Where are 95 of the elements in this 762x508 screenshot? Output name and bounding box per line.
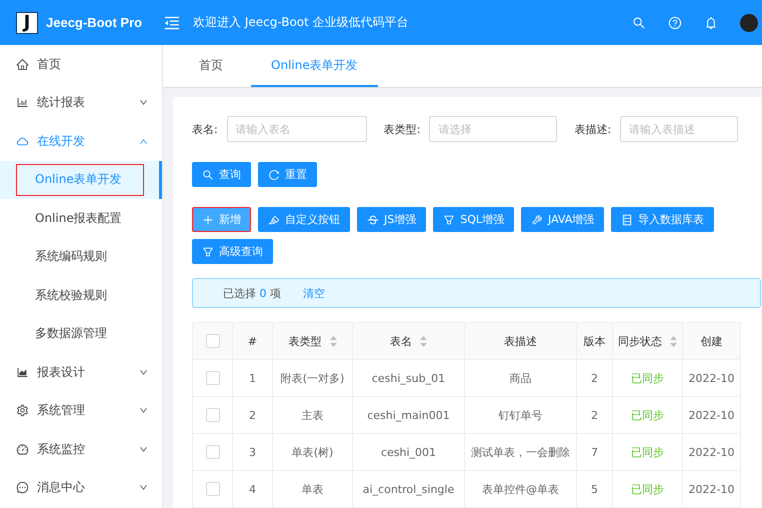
welcome-text: 欢迎进入 Jeecg-Boot 企业级低代码平台 bbox=[193, 14, 409, 31]
strikethrough-icon bbox=[367, 214, 379, 226]
column-header: 创建 bbox=[682, 322, 740, 360]
submenu-label: Online报表配置 bbox=[34, 210, 123, 227]
sync-status: 已同步 bbox=[612, 396, 682, 434]
column-header: # bbox=[232, 322, 272, 360]
checkbox[interactable] bbox=[206, 371, 220, 385]
app-title: Jeecg-Boot Pro bbox=[46, 15, 142, 30]
table-cell: 附表(一对多) bbox=[272, 360, 352, 396]
sidebar-submenu-item[interactable]: 多数据源管理 bbox=[0, 314, 162, 353]
reload-icon bbox=[268, 168, 280, 180]
table-cell: 钉钉单号 bbox=[464, 396, 576, 434]
table-cell: 1 bbox=[232, 360, 272, 396]
sort-icon bbox=[330, 336, 336, 347]
chevron-down-icon bbox=[139, 368, 148, 377]
submenu-label: 系统校验规则 bbox=[34, 286, 108, 304]
home-icon bbox=[16, 58, 29, 71]
table-cell: 2022-10 bbox=[682, 470, 740, 508]
bar-chart-icon bbox=[16, 96, 29, 110]
table-cell: 测试单表，一会删除 bbox=[464, 434, 576, 470]
sort-icon bbox=[420, 336, 427, 347]
filter-input[interactable]: 请输入表名 bbox=[226, 116, 367, 142]
chevron-down-icon bbox=[139, 444, 148, 454]
message-icon bbox=[16, 481, 29, 494]
table-cell: 2 bbox=[576, 360, 612, 396]
table-cell: 单表(树) bbox=[272, 434, 352, 470]
sync-status: 已同步 bbox=[612, 434, 682, 470]
table-cell: 表单控件@单表 bbox=[464, 470, 576, 508]
gauge-icon bbox=[16, 442, 29, 456]
checkbox[interactable] bbox=[206, 408, 220, 422]
filter-input[interactable]: 请选择 bbox=[429, 116, 558, 142]
submenu-label: Online表单开发 bbox=[16, 164, 144, 196]
sync-status: 已同步 bbox=[612, 360, 682, 396]
table-cell: 2022-10 bbox=[682, 360, 740, 396]
table-cell: 3 bbox=[232, 434, 272, 470]
chevron-down-icon bbox=[139, 406, 148, 416]
table-cell: ceshi_001 bbox=[352, 434, 464, 470]
checkbox[interactable] bbox=[206, 334, 220, 348]
sort-icon bbox=[670, 336, 677, 347]
column-header[interactable]: 表类型 bbox=[272, 322, 352, 360]
cloud-icon bbox=[16, 134, 29, 148]
table-cell: 4 bbox=[232, 470, 272, 508]
pen-icon bbox=[268, 214, 280, 226]
sidebar-submenu-item[interactable]: 系统校验规则 bbox=[0, 276, 162, 314]
sync-status: 已同步 bbox=[612, 470, 682, 508]
column-header: 表描述 bbox=[464, 322, 576, 360]
filter-icon bbox=[443, 214, 456, 226]
table-cell: 2022-10 bbox=[682, 434, 740, 470]
table-cell: 2 bbox=[232, 396, 272, 434]
settings-icon bbox=[16, 404, 29, 418]
submenu-label: 系统编码规则 bbox=[34, 248, 108, 266]
sidebar-submenu-item[interactable]: 系统编码规则 bbox=[0, 238, 162, 276]
checkbox[interactable] bbox=[206, 445, 220, 459]
tab[interactable]: 首页 bbox=[179, 45, 243, 87]
filter-icon bbox=[202, 246, 214, 258]
sidebar-menu-item[interactable]: 消息中心 bbox=[0, 468, 162, 507]
column-header[interactable]: 同步状态 bbox=[612, 322, 682, 360]
sidebar-submenu-item[interactable]: Online报表配置 bbox=[0, 199, 162, 238]
table-icon bbox=[621, 214, 634, 226]
selection-text: 已选择 0 项 bbox=[223, 286, 281, 300]
column-header: 版本 bbox=[576, 322, 612, 360]
search-icon[interactable] bbox=[632, 16, 646, 30]
table-cell: ceshi_sub_01 bbox=[352, 360, 464, 396]
checkbox[interactable] bbox=[206, 482, 220, 496]
sidebar-menu-item[interactable]: 首页 bbox=[0, 45, 162, 84]
chevron-down-icon bbox=[139, 98, 148, 108]
table-cell: ceshi_main001 bbox=[352, 396, 464, 434]
plus-icon bbox=[202, 214, 214, 226]
table-cell: 主表 bbox=[272, 396, 352, 434]
submenu-label: 多数据源管理 bbox=[34, 325, 108, 342]
wrench-icon bbox=[531, 214, 544, 226]
bell-icon[interactable] bbox=[704, 16, 718, 30]
sidebar-menu-item[interactable]: 报表设计 bbox=[0, 353, 162, 392]
table-cell: 2022-10 bbox=[682, 396, 740, 434]
table-cell: 商品 bbox=[464, 360, 576, 396]
table-cell: 5 bbox=[576, 470, 612, 508]
sidebar-menu-item[interactable]: 系统管理 bbox=[0, 392, 162, 430]
help-icon[interactable] bbox=[668, 16, 682, 30]
column-header[interactable]: 表名 bbox=[352, 322, 464, 360]
table-cell: 单表 bbox=[272, 470, 352, 508]
chevron-up-icon bbox=[139, 136, 148, 146]
filter-label: 表类型: bbox=[384, 122, 420, 136]
logo-icon: J bbox=[16, 12, 38, 34]
sidebar-menu-item[interactable]: 统计报表 bbox=[0, 84, 162, 122]
filter-label: 表名: bbox=[192, 122, 218, 136]
filter-label: 表描述: bbox=[574, 122, 612, 136]
filter-input[interactable]: 请输入表描述 bbox=[620, 116, 738, 142]
avatar[interactable] bbox=[740, 14, 758, 32]
table-cell: ai_control_single bbox=[352, 470, 464, 508]
area-chart-icon bbox=[16, 366, 29, 379]
search-icon bbox=[202, 168, 214, 180]
table-cell: 7 bbox=[576, 434, 612, 470]
sidebar-menu-item[interactable]: 系统监控 bbox=[0, 430, 162, 468]
chevron-down-icon bbox=[139, 483, 148, 492]
table-cell: 2 bbox=[576, 396, 612, 434]
